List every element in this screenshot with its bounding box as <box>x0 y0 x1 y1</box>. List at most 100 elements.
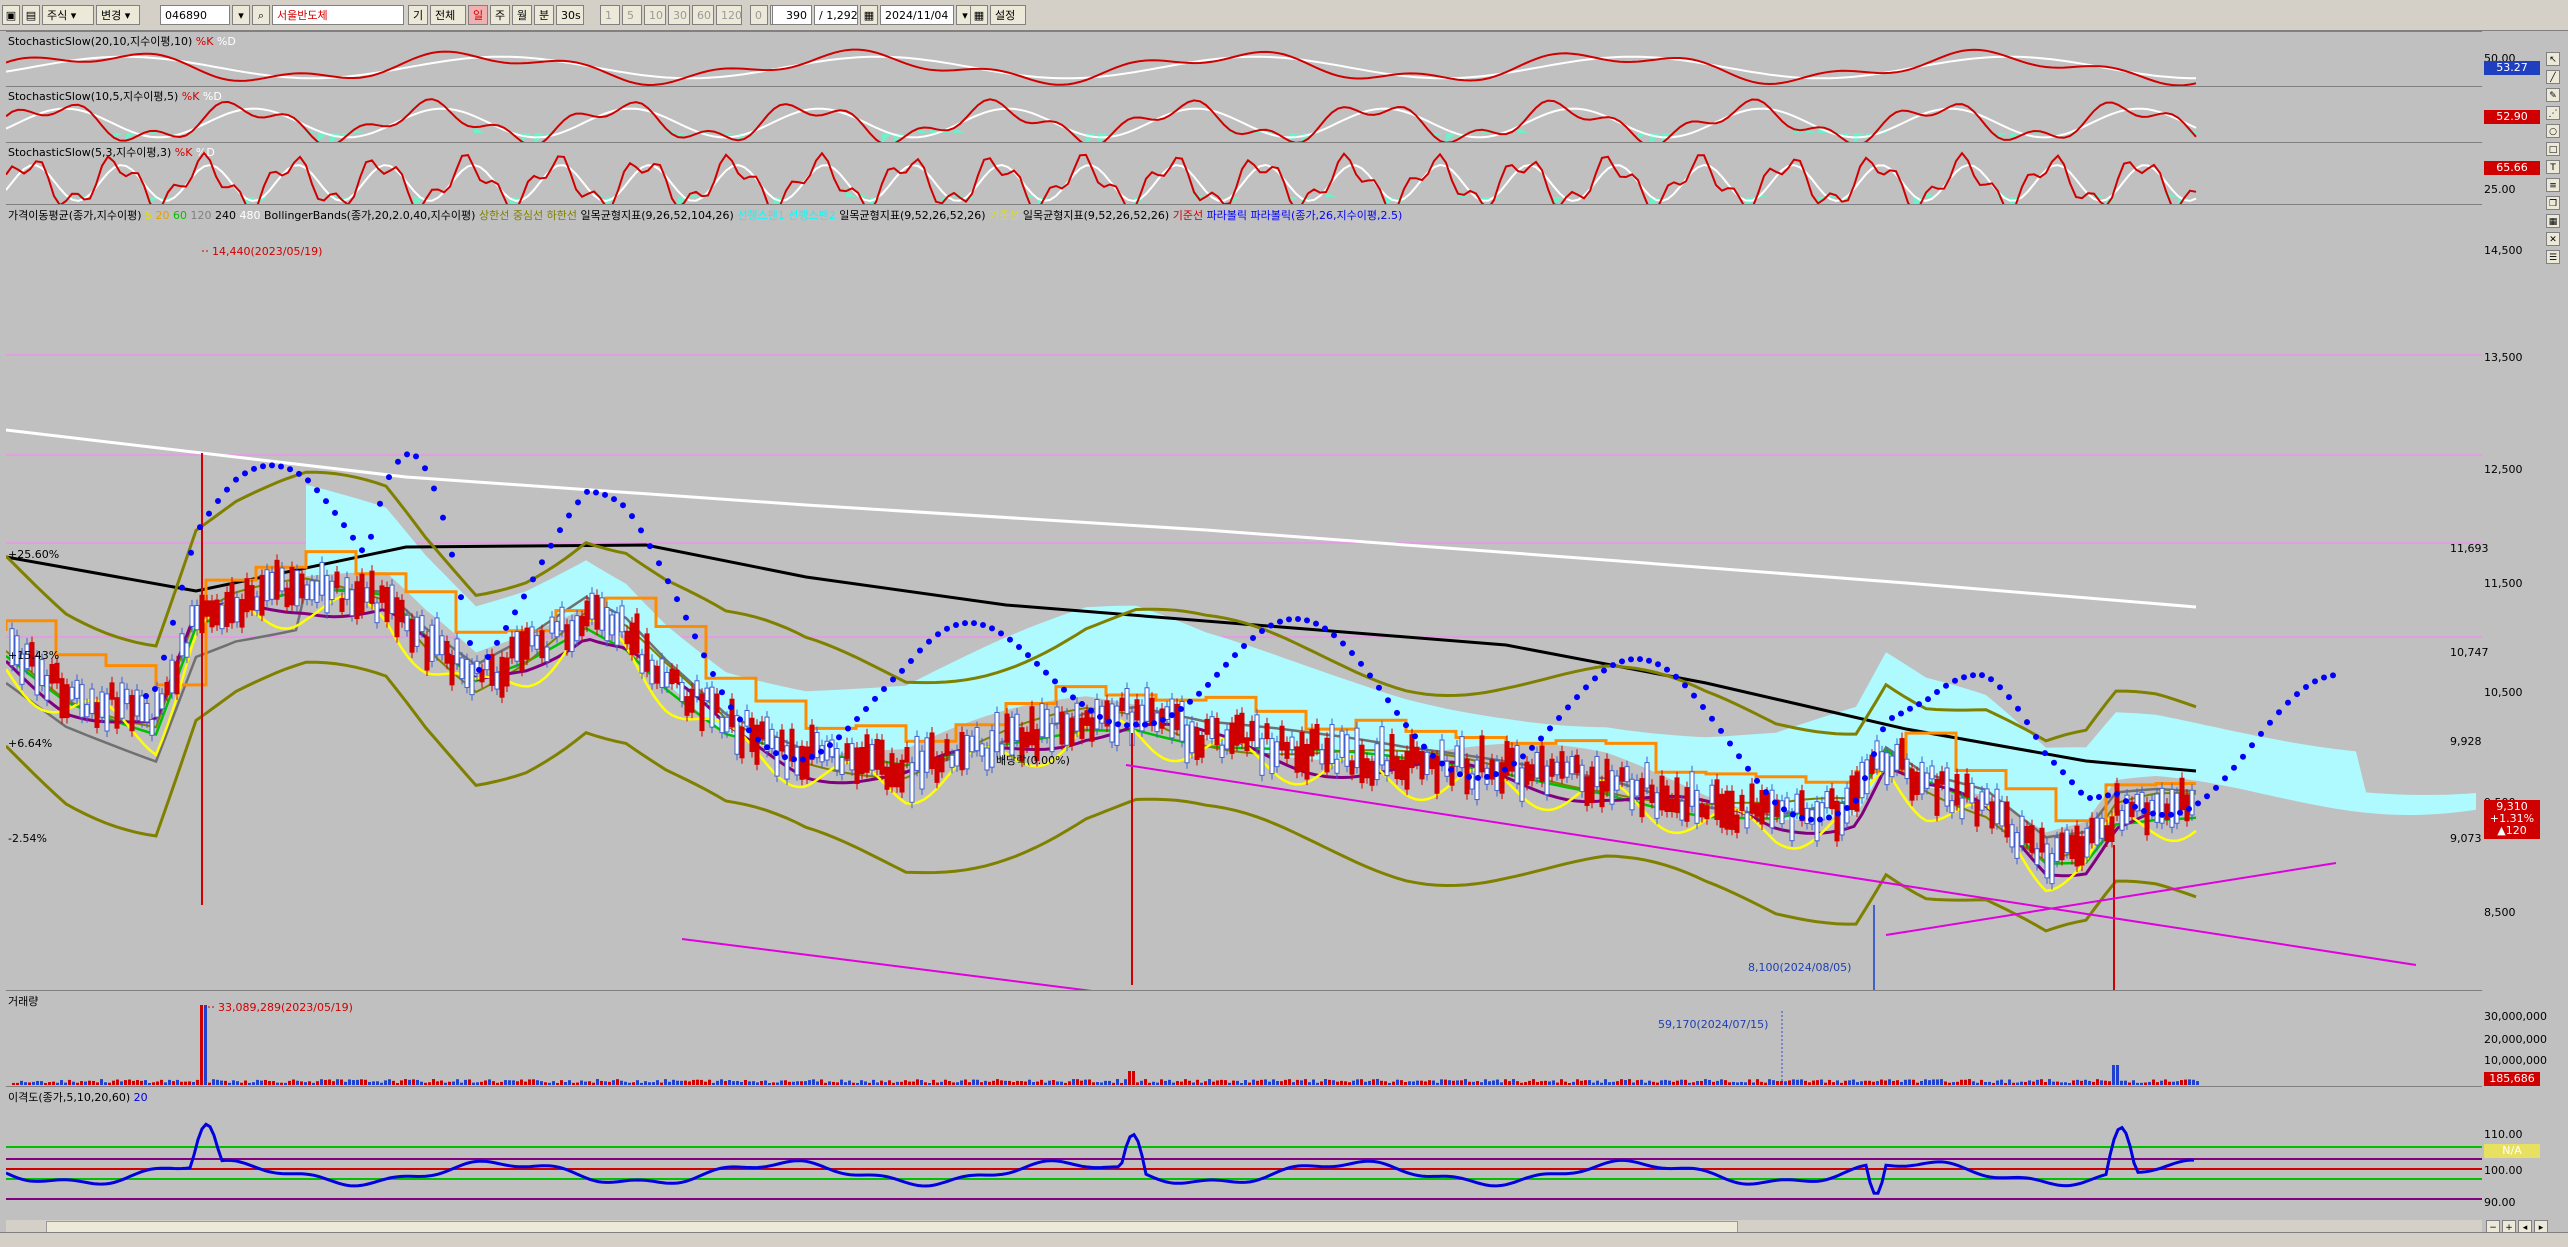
sar-dot <box>269 462 275 469</box>
rect-tool-icon[interactable]: □ <box>2546 142 2560 156</box>
candle-body <box>1479 735 1485 773</box>
volume-bar <box>448 1081 451 1085</box>
volume-bar <box>1240 1082 1243 1085</box>
sar-dot <box>323 498 329 505</box>
tick-button-10[interactable]: 10 <box>644 5 666 25</box>
candle-body <box>289 566 295 606</box>
volume-bar <box>276 1082 279 1085</box>
volume-bar <box>1504 1079 1507 1085</box>
volume-bar <box>1312 1079 1315 1085</box>
candle-body <box>74 679 80 699</box>
tick-button-120[interactable]: 120 <box>716 5 742 25</box>
sar-dot <box>917 647 923 654</box>
delete-tool-icon[interactable]: ✕ <box>2546 232 2560 246</box>
candle-body <box>619 605 625 633</box>
fibo-tool-icon[interactable]: ≡ <box>2546 178 2560 192</box>
calendar-icon[interactable]: ▦ <box>860 5 878 25</box>
dropdown-arrow-icon[interactable]: ▾ <box>232 5 250 25</box>
sar-dot <box>1349 650 1355 657</box>
candle-body <box>1559 751 1565 779</box>
count-input[interactable]: 390 <box>772 5 812 25</box>
candle-body <box>779 729 785 752</box>
volume-bar <box>140 1080 143 1085</box>
zero-button-a[interactable]: 0 <box>750 5 768 25</box>
candle-body <box>1914 771 1920 796</box>
volume-bar <box>80 1081 83 1085</box>
volume-bar <box>1708 1079 1711 1085</box>
volume-bar <box>88 1080 91 1085</box>
tick-button-30[interactable]: 30 <box>668 5 690 25</box>
tick-button-60[interactable]: 60 <box>692 5 714 25</box>
sar-dot <box>1601 667 1607 674</box>
layout-icon[interactable]: ▣ <box>2 5 20 25</box>
volume-bar <box>492 1081 495 1085</box>
volume-bar <box>2052 1081 2055 1085</box>
period-button[interactable]: 기 <box>408 5 428 25</box>
candle-body <box>1964 773 1970 798</box>
sar-dot <box>1475 774 1481 781</box>
candle-body <box>1729 790 1735 830</box>
code-input[interactable]: 046890 <box>160 5 230 25</box>
candle-body <box>2079 836 2085 866</box>
tick-button-5[interactable]: 5 <box>622 5 642 25</box>
volume-bar <box>2172 1081 2175 1085</box>
settings-button[interactable]: 설정 <box>990 5 1026 25</box>
volume-bar <box>1896 1080 1899 1085</box>
volume-bar <box>768 1082 771 1085</box>
volume-bar <box>848 1080 851 1085</box>
candle-body <box>1704 805 1710 820</box>
change-select[interactable]: 변경 ▾ <box>96 5 140 25</box>
volume-bar <box>2184 1079 2187 1085</box>
volume-bar <box>468 1079 471 1085</box>
sar-dot <box>1196 690 1202 697</box>
circle-tool-icon[interactable]: ○ <box>2546 124 2560 138</box>
day-button[interactable]: 일 <box>468 5 488 25</box>
volume-bar <box>364 1079 367 1085</box>
search-icon[interactable]: ⌕ <box>252 5 270 25</box>
volume-bar <box>184 1081 187 1085</box>
candle-body <box>514 631 520 662</box>
all-button[interactable]: 전체 <box>430 5 466 25</box>
list-tool-icon[interactable]: ☰ <box>2546 250 2560 264</box>
minute-button[interactable]: 분 <box>534 5 554 25</box>
month-button[interactable]: 월 <box>512 5 532 25</box>
volume-bar <box>988 1081 991 1085</box>
cursor-tool-icon[interactable]: ↖ <box>2546 52 2560 66</box>
candle-body <box>1734 814 1740 833</box>
line-tool-icon[interactable]: ╱ <box>2546 70 2560 84</box>
volume-bar <box>1228 1082 1231 1085</box>
sar-dot <box>1088 707 1094 714</box>
volume-bar <box>864 1081 867 1085</box>
text-tool-icon[interactable]: T <box>2546 160 2560 174</box>
candle-body <box>599 597 605 631</box>
table-tool-icon[interactable]: ▦ <box>2546 214 2560 228</box>
fan-tool-icon[interactable]: ⋰ <box>2546 106 2560 120</box>
tick-button-1[interactable]: 1 <box>600 5 620 25</box>
candle-body <box>224 591 230 627</box>
sar-dot <box>1862 775 1868 782</box>
week-button[interactable]: 주 <box>490 5 510 25</box>
candle-body <box>69 686 75 701</box>
second-button[interactable]: 30s <box>556 5 584 25</box>
candle-body <box>1384 760 1390 777</box>
sar-dot <box>899 667 905 674</box>
candle-body <box>1539 745 1545 782</box>
volume-panel: 거래량 33,089,289(2023/05/19) 59,170(2024/0… <box>6 990 2482 1087</box>
volume-bar <box>1700 1080 1703 1085</box>
volume-bar <box>1772 1080 1775 1085</box>
volume-bar <box>1948 1082 1951 1085</box>
grid-icon[interactable]: ▦ <box>970 5 988 25</box>
copy-tool-icon[interactable]: ❐ <box>2546 196 2560 210</box>
volume-bar <box>1996 1080 1999 1085</box>
pen-tool-icon[interactable]: ✎ <box>2546 88 2560 102</box>
sar-dot <box>1151 720 1157 727</box>
window-icon[interactable]: ▤ <box>22 5 40 25</box>
market-type-select[interactable]: 주식 ▾ <box>42 5 94 25</box>
date-input[interactable]: 2024/11/04 <box>880 5 954 25</box>
volume-bar <box>2092 1081 2095 1085</box>
volume-bar <box>1560 1079 1563 1085</box>
horizontal-scrollbar[interactable] <box>6 1220 2482 1233</box>
candle-body <box>1569 755 1575 775</box>
sar-dot <box>377 500 383 507</box>
volume-bar <box>1712 1081 1715 1085</box>
